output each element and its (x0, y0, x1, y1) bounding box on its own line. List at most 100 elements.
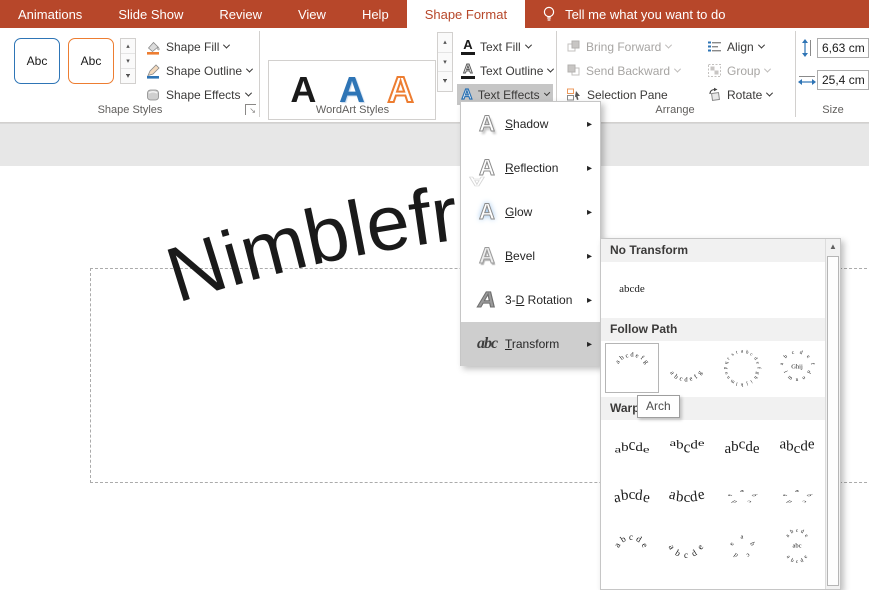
shape-width-input[interactable] (817, 70, 869, 90)
tab-shape-format[interactable]: Shape Format (407, 0, 525, 28)
group-button[interactable]: Group (703, 60, 774, 81)
reflection-effect-icon: A (469, 156, 505, 180)
chevron-down-icon (764, 66, 771, 73)
align-button[interactable]: Align (703, 36, 768, 57)
menu-item-label: Reflection (505, 161, 587, 175)
transform-thumb-arch[interactable]: abcdefg (605, 343, 659, 393)
tell-me-box[interactable]: Tell me what you want to do (525, 0, 725, 28)
menu-item-label: Transform (505, 337, 587, 351)
gallery-scroll-up-button[interactable]: ▴ (438, 33, 452, 53)
transform-thumb-no-transform[interactable]: abcde (605, 264, 659, 314)
gallery-scroll-down-button[interactable]: ▾ (121, 54, 135, 69)
text-outline-button[interactable]: A Text Outline (457, 60, 557, 81)
group-divider (795, 31, 796, 117)
shape-style-preset-2-label: Abc (81, 54, 102, 68)
shape-styles-group-label: Shape Styles (60, 104, 200, 116)
gallery-scroll-down-button[interactable]: ▾ (438, 53, 452, 73)
tab-view[interactable]: View (280, 0, 344, 28)
shape-effects-icon (145, 87, 161, 103)
transform-thumb-chevron-inverted[interactable]: abcde (770, 422, 824, 472)
transform-thumb-curve-up-slight[interactable]: abcde (605, 472, 659, 522)
bring-forward-button[interactable]: Bring Forward (562, 36, 675, 57)
rotate-label: Rotate (727, 88, 762, 102)
submenu-arrow-icon: ▸ (587, 163, 596, 174)
menu-item-reflection[interactable]: AReflection▸ (461, 146, 600, 190)
text-fill-button[interactable]: A Text Fill (457, 36, 535, 57)
scrollbar-up-arrow-icon[interactable]: ▲ (826, 239, 840, 255)
lightbulb-icon (541, 5, 557, 23)
tab-slide-show[interactable]: Slide Show (100, 0, 201, 28)
chevron-down-icon (674, 66, 681, 73)
gallery-row-warp: abcdeabcdeabcdeabcdeabcdeabcdeabcdeabcde… (601, 420, 825, 576)
transform-thumb-button[interactable]: abcdefGhijlmnop (770, 343, 824, 393)
ribbon: Abc Abc ▴ ▾ ▾ Shape Fill Shape Outline (0, 28, 869, 123)
menu-item-glow[interactable]: AGlow▸ (461, 190, 600, 234)
menu-item-bevel[interactable]: ABevel▸ (461, 234, 600, 278)
ribbon-tab-bar: AnimationsSlide ShowReviewViewHelpShape … (0, 0, 869, 28)
transform-thumb-curve-down-slight[interactable]: abcde (660, 472, 714, 522)
menu-item-3-d-rotation[interactable]: A3-D Rotation▸ (461, 278, 600, 322)
transform-thumb-arch-down[interactable]: abcdefg (660, 343, 714, 393)
transform-thumb-stacked-circles[interactable]: abcdeabcabcde (770, 522, 824, 572)
gallery-row-no-transform: abcde (601, 262, 825, 318)
shape-style-preset-1-label: Abc (27, 54, 48, 68)
shape-style-preset-2[interactable]: Abc (68, 38, 114, 84)
gallery-scrollbar[interactable]: ▲ (825, 239, 840, 589)
shape-styles-dialog-launcher[interactable]: ↘ (245, 104, 256, 115)
transform-thumb-chevron[interactable]: abcde (715, 422, 769, 472)
chevron-down-icon (766, 90, 773, 97)
menu-item-transform[interactable]: abcTransform▸ (461, 322, 600, 366)
tab-help[interactable]: Help (344, 0, 407, 28)
powerpoint-window: Nimblefre AnimationsSlide ShowReviewView… (0, 0, 869, 590)
svg-text:Nimblefre: Nimblefre (156, 164, 505, 319)
bring-forward-label: Bring Forward (586, 40, 661, 54)
glow-effect-icon: A (469, 200, 505, 224)
wordart-preset-black[interactable]: A (290, 72, 316, 108)
text-fill-label: Text Fill (480, 40, 521, 54)
transform-thumb-curve-down[interactable]: abcde (660, 522, 714, 572)
transform-thumb-triangle-inverted[interactable]: abcde (660, 422, 714, 472)
wordart-styles-group-label: WordArt Styles (280, 104, 425, 116)
tooltip: Arch (637, 395, 680, 418)
menu-item-shadow[interactable]: AShadow▸ (461, 102, 600, 146)
gallery-scroll-up-button[interactable]: ▴ (121, 39, 135, 54)
shape-effects-button[interactable]: Shape Effects (141, 84, 255, 105)
gallery-more-button[interactable]: ▾ (438, 72, 452, 91)
wordart-preset-blue[interactable]: A (339, 72, 365, 108)
text-outline-icon: A (461, 62, 475, 79)
chevron-down-icon (665, 42, 672, 49)
shape-height-input[interactable] (817, 38, 869, 58)
menu-item-label: Bevel (505, 249, 587, 263)
transform-thumb-triangle[interactable]: abcde (605, 422, 659, 472)
tab-review[interactable]: Review (201, 0, 280, 28)
shape-outline-button[interactable]: Shape Outline (141, 60, 256, 81)
shape-width-icon (798, 73, 816, 87)
transform-thumb-curve-up[interactable]: abcde (605, 522, 659, 572)
transform-thumb-ring-inside[interactable]: abcde (715, 472, 769, 522)
rotate-button[interactable]: Rotate (703, 84, 776, 105)
scrollbar-thumb[interactable] (827, 256, 839, 586)
chevron-down-icon (543, 90, 550, 97)
transform-thumb-circle[interactable]: abcdefghijklmnopqrst (715, 343, 769, 393)
shape-style-preset-1[interactable]: Abc (14, 38, 60, 84)
menu-item-label: 3-D Rotation (505, 293, 587, 307)
pencil-icon (145, 63, 161, 79)
wordart-gallery-scroll: ▴ ▾ ▾ (437, 32, 453, 92)
wordart-text[interactable]: Nimblefre (156, 164, 505, 319)
send-backward-button[interactable]: Send Backward (562, 60, 684, 81)
transform-thumb-ring-outside[interactable]: abcde (770, 472, 824, 522)
shape-fill-button[interactable]: Shape Fill (141, 36, 233, 57)
3d-rotation-effect-icon: A (469, 288, 505, 312)
chevron-down-icon (525, 42, 532, 49)
submenu-arrow-icon: ▸ (587, 207, 596, 218)
group-divider (259, 31, 260, 117)
transform-thumb-ring-small[interactable]: abcde (715, 522, 769, 572)
tab-animations[interactable]: Animations (0, 0, 100, 28)
wordart-preset-orange-outline[interactable]: A (388, 72, 414, 108)
gallery-more-button[interactable]: ▾ (121, 69, 135, 83)
shape-height-icon (800, 39, 814, 57)
text-fill-icon: A (461, 38, 475, 55)
gallery-row-follow-path: abcdefgabcdefgabcdefghijklmnopqrstabcdef… (601, 341, 825, 397)
gallery-section-warp: Warp (601, 397, 825, 420)
align-icon (707, 39, 722, 54)
